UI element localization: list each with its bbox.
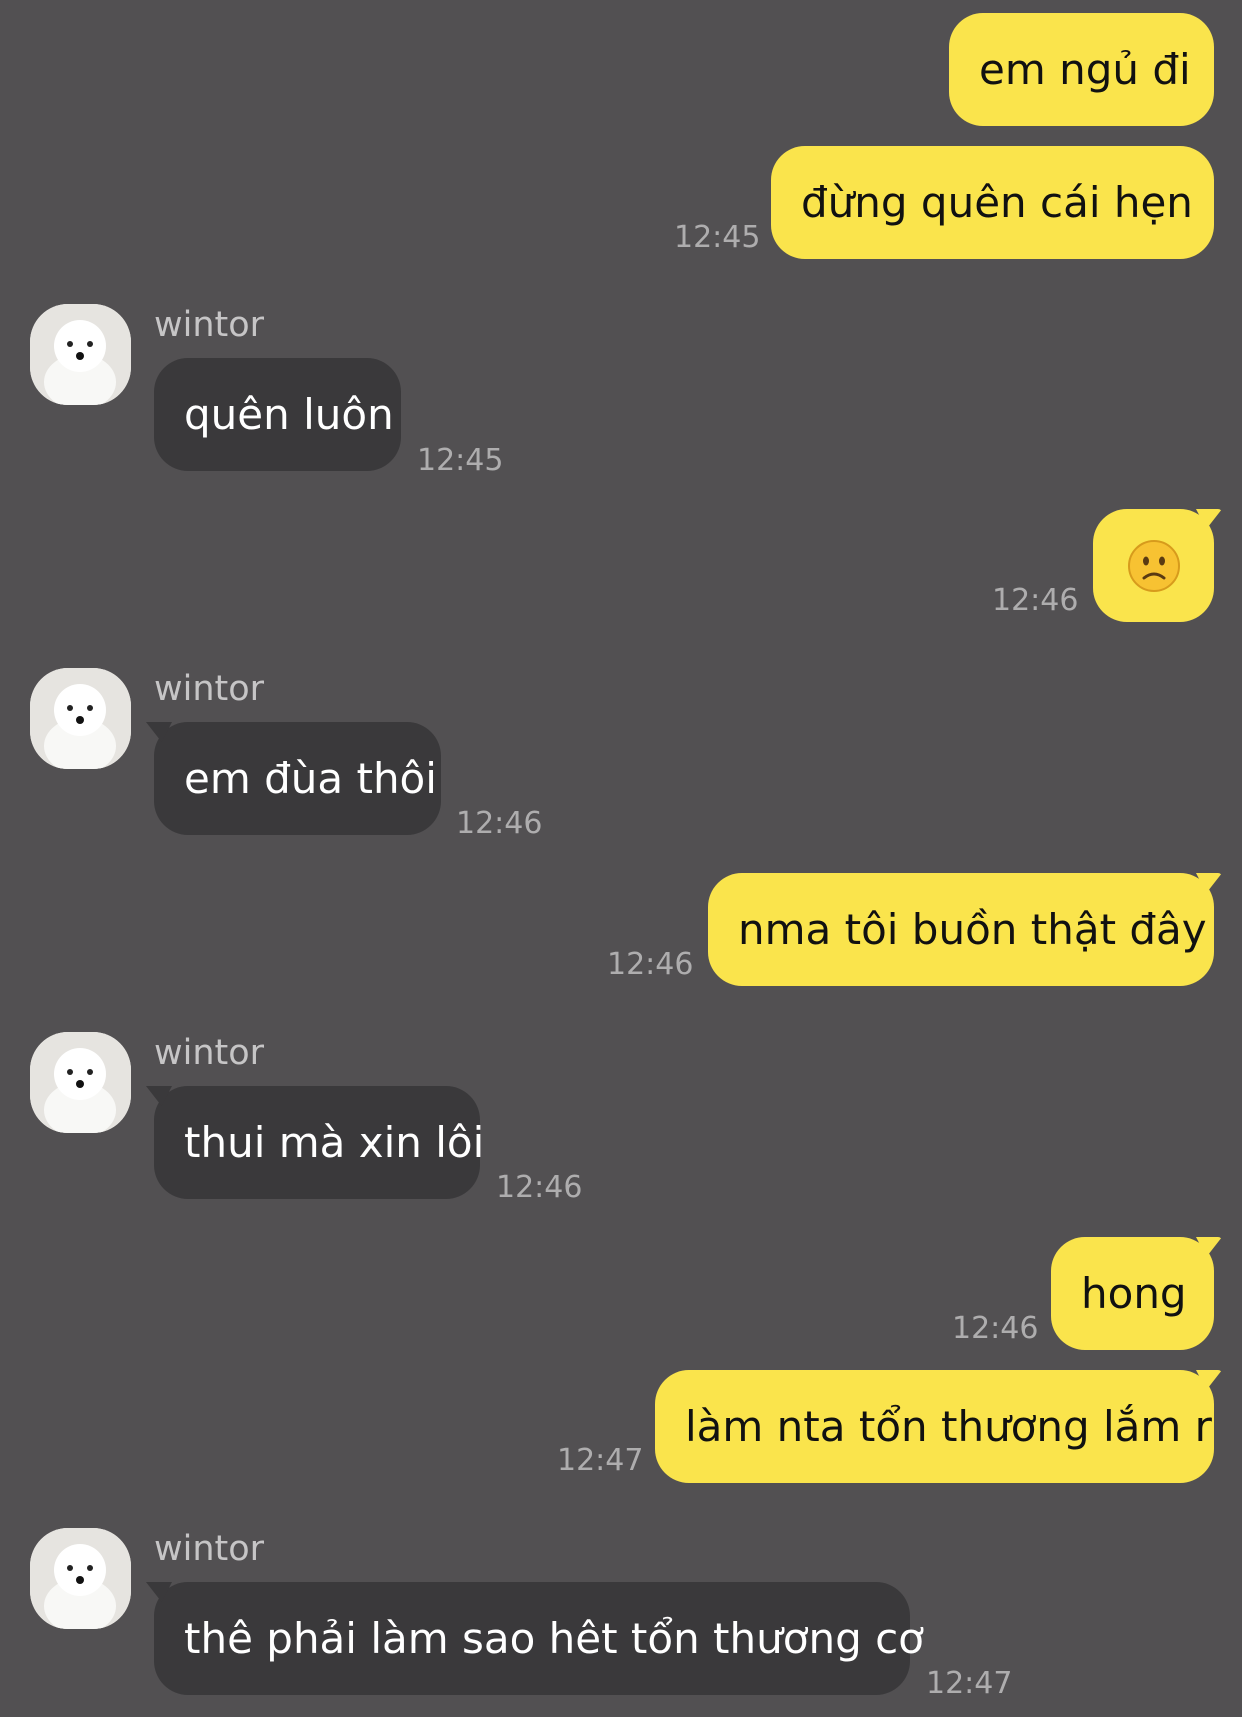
message-timestamp: 12:46 <box>952 1311 1039 1346</box>
my-message-bubble[interactable]: làm nta tổn thương lắm r <box>655 1370 1222 1483</box>
sender-name: wintor <box>154 305 265 345</box>
message-text: quên luôn <box>184 390 394 439</box>
message-timestamp: 12:46 <box>456 806 543 841</box>
message-text: em ngủ đi <box>979 45 1191 94</box>
message-timestamp: 12:47 <box>557 1443 644 1478</box>
dog-avatar-icon <box>30 1528 131 1629</box>
message-text: thê phải làm sao hêt tổn thương cơ <box>184 1614 924 1663</box>
message-timestamp: 12:46 <box>992 583 1079 618</box>
message-timestamp: 12:45 <box>417 443 504 478</box>
their-message-bubble[interactable]: quên luôn <box>154 358 401 471</box>
message-text: nma tôi buồn thật đây <box>738 905 1207 954</box>
slightly-frowning-face-emoji <box>1127 539 1180 592</box>
message-text: em đùa thôi <box>184 754 437 803</box>
my-message-bubble[interactable] <box>1093 509 1222 622</box>
my-message-bubble[interactable]: hong <box>1051 1237 1222 1350</box>
sender-name: wintor <box>154 1529 265 1569</box>
dog-avatar-icon <box>30 668 131 769</box>
dog-avatar-icon <box>30 1032 131 1133</box>
my-message-bubble[interactable]: nma tôi buồn thật đây <box>708 873 1222 986</box>
sender-name: wintor <box>154 669 265 709</box>
dog-avatar-icon <box>30 304 131 405</box>
avatar[interactable] <box>30 668 131 769</box>
message-text: hong <box>1081 1269 1187 1318</box>
message-text: đừng quên cái hẹn <box>801 178 1193 227</box>
message-timestamp: 12:46 <box>607 947 694 982</box>
avatar[interactable] <box>30 1528 131 1629</box>
sender-name: wintor <box>154 1033 265 1073</box>
message-timestamp: 12:45 <box>674 220 761 255</box>
their-message-bubble[interactable]: thui mà xin lôi <box>146 1086 484 1199</box>
their-message-bubble[interactable]: em đùa thôi <box>146 722 441 835</box>
message-timestamp: 12:46 <box>496 1170 583 1205</box>
message-text: thui mà xin lôi <box>184 1118 485 1167</box>
message-timestamp: 12:47 <box>926 1666 1013 1701</box>
my-message-bubble[interactable]: đừng quên cái hẹn <box>771 146 1214 259</box>
message-text: làm nta tổn thương lắm r <box>685 1402 1212 1451</box>
avatar[interactable] <box>30 1032 131 1133</box>
avatar[interactable] <box>30 304 131 405</box>
my-message-bubble[interactable]: em ngủ đi <box>949 13 1214 126</box>
their-message-bubble[interactable]: thê phải làm sao hêt tổn thương cơ <box>146 1582 924 1695</box>
